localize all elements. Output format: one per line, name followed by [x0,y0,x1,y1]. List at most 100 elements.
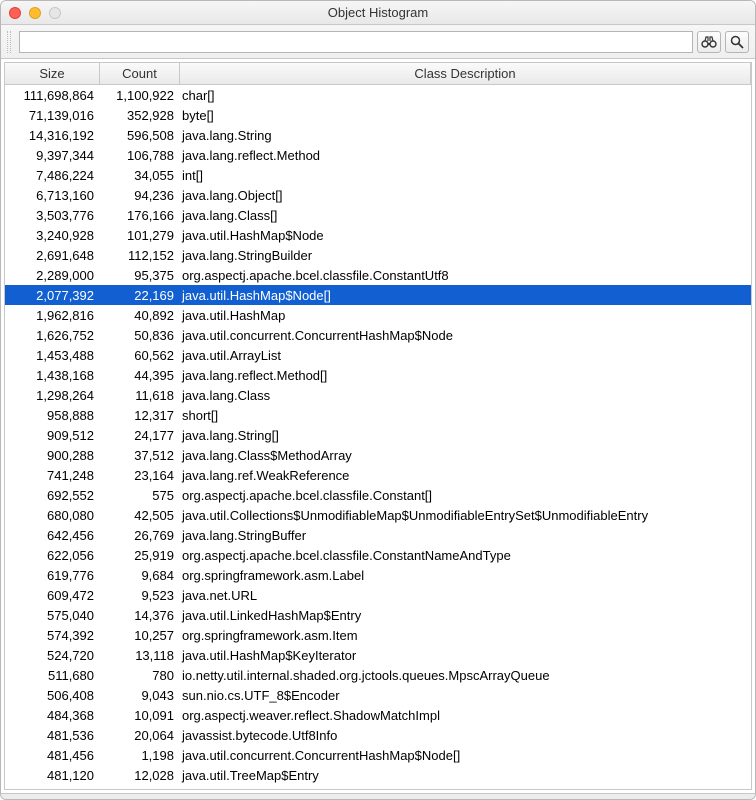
filter-input[interactable] [19,31,693,53]
table-row[interactable]: 484,36810,091org.aspectj.weaver.reflect.… [5,705,751,725]
cell-desc: org.aspectj.weaver.UnresolvedType [180,788,751,790]
table-container: Size Count Class Description 111,698,864… [4,62,752,790]
cell-count: 9,523 [100,588,180,603]
cell-desc: java.lang.reflect.Method [180,148,751,163]
table-row[interactable]: 2,077,39222,169java.util.HashMap$Node[] [5,285,751,305]
table-row[interactable]: 481,12012,028java.util.TreeMap$Entry [5,765,751,785]
find-button[interactable] [697,31,721,53]
table-row[interactable]: 741,24823,164java.lang.ref.WeakReference [5,465,751,485]
table-row[interactable]: 111,698,8641,100,922char[] [5,85,751,105]
cell-size: 484,368 [5,708,100,723]
table-row[interactable]: 1,453,48860,562java.util.ArrayList [5,345,751,365]
table-row[interactable]: 481,4561,198java.util.concurrent.Concurr… [5,745,751,765]
cell-desc: javassist.bytecode.Utf8Info [180,728,751,743]
header-desc[interactable]: Class Description [180,63,751,84]
table-body[interactable]: 111,698,8641,100,922char[]71,139,016352,… [5,85,751,789]
table-row[interactable]: 480,72010,015org.aspectj.weaver.Unresolv… [5,785,751,789]
table-row[interactable]: 481,53620,064javassist.bytecode.Utf8Info [5,725,751,745]
cell-desc: java.util.concurrent.ConcurrentHashMap$N… [180,748,751,763]
table-row[interactable]: 1,962,81640,892java.util.HashMap [5,305,751,325]
cell-desc: java.util.HashMap$Node [180,228,751,243]
table-row[interactable]: 6,713,16094,236java.lang.Object[] [5,185,751,205]
table-row[interactable]: 1,626,75250,836java.util.concurrent.Conc… [5,325,751,345]
table-row[interactable]: 1,298,26411,618java.lang.Class [5,385,751,405]
table-row[interactable]: 14,316,192596,508java.lang.String [5,125,751,145]
cell-count: 50,836 [100,328,180,343]
table-row[interactable]: 642,45626,769java.lang.StringBuffer [5,525,751,545]
cell-count: 26,769 [100,528,180,543]
cell-count: 12,028 [100,768,180,783]
cell-size: 111,698,864 [5,88,100,103]
cell-desc: java.lang.String[] [180,428,751,443]
table-row[interactable]: 909,51224,177java.lang.String[] [5,425,751,445]
header-count[interactable]: Count [100,63,180,84]
table-row[interactable]: 609,4729,523java.net.URL [5,585,751,605]
table-row[interactable]: 680,08042,505java.util.Collections$Unmod… [5,505,751,525]
cell-size: 480,720 [5,788,100,790]
table-row[interactable]: 958,88812,317short[] [5,405,751,425]
cell-desc: org.springframework.asm.Label [180,568,751,583]
cell-count: 10,257 [100,628,180,643]
cell-count: 575 [100,488,180,503]
cell-size: 1,453,488 [5,348,100,363]
table-row[interactable]: 3,503,776176,166java.lang.Class[] [5,205,751,225]
cell-count: 9,043 [100,688,180,703]
window-title: Object Histogram [1,5,755,20]
cell-desc: io.netty.util.internal.shaded.org.jctool… [180,668,751,683]
cell-size: 2,077,392 [5,288,100,303]
cell-size: 7,486,224 [5,168,100,183]
table-row[interactable]: 2,289,00095,375org.aspectj.apache.bcel.c… [5,265,751,285]
table-row[interactable]: 900,28837,512java.lang.Class$MethodArray [5,445,751,465]
close-button[interactable] [9,7,21,19]
table-row[interactable]: 3,240,928101,279java.util.HashMap$Node [5,225,751,245]
cell-desc: java.lang.StringBuilder [180,248,751,263]
table-row[interactable]: 574,39210,257org.springframework.asm.Ite… [5,625,751,645]
cell-count: 34,055 [100,168,180,183]
cell-count: 176,166 [100,208,180,223]
cell-count: 112,152 [100,248,180,263]
table-row[interactable]: 2,691,648112,152java.lang.StringBuilder [5,245,751,265]
table-row[interactable]: 7,486,22434,055int[] [5,165,751,185]
cell-desc: java.lang.Object[] [180,188,751,203]
cell-size: 2,289,000 [5,268,100,283]
toolbar-handle[interactable] [7,31,11,53]
table-row[interactable]: 575,04014,376java.util.LinkedHashMap$Ent… [5,605,751,625]
header-size[interactable]: Size [5,63,100,84]
cell-desc: int[] [180,168,751,183]
cell-size: 909,512 [5,428,100,443]
table-row[interactable]: 9,397,344106,788java.lang.reflect.Method [5,145,751,165]
table-row[interactable]: 619,7769,684org.springframework.asm.Labe… [5,565,751,585]
zoom-button[interactable] [49,7,61,19]
cell-desc: java.util.concurrent.ConcurrentHashMap$N… [180,328,751,343]
cell-count: 37,512 [100,448,180,463]
minimize-button[interactable] [29,7,41,19]
cell-desc: org.springframework.asm.Item [180,628,751,643]
cell-size: 619,776 [5,568,100,583]
table-row[interactable]: 1,438,16844,395java.lang.reflect.Method[… [5,365,751,385]
table-row[interactable]: 506,4089,043sun.nio.cs.UTF_8$Encoder [5,685,751,705]
cell-desc: java.util.TreeMap$Entry [180,768,751,783]
cell-desc: java.util.HashMap [180,308,751,323]
cell-count: 40,892 [100,308,180,323]
cell-count: 1,100,922 [100,88,180,103]
cell-desc: org.aspectj.weaver.reflect.ShadowMatchIm… [180,708,751,723]
table-row[interactable]: 622,05625,919org.aspectj.apache.bcel.cla… [5,545,751,565]
cell-size: 481,456 [5,748,100,763]
cell-size: 3,503,776 [5,208,100,223]
cell-desc: java.lang.StringBuffer [180,528,751,543]
cell-size: 1,962,816 [5,308,100,323]
table-row[interactable]: 511,680780io.netty.util.internal.shaded.… [5,665,751,685]
inspect-button[interactable] [725,31,749,53]
cell-desc: java.util.HashMap$KeyIterator [180,648,751,663]
cell-count: 1,198 [100,748,180,763]
cell-desc: org.aspectj.apache.bcel.classfile.Consta… [180,488,751,503]
cell-count: 60,562 [100,348,180,363]
cell-count: 95,375 [100,268,180,283]
table-row[interactable]: 524,72013,118java.util.HashMap$KeyIterat… [5,645,751,665]
cell-desc: sun.nio.cs.UTF_8$Encoder [180,688,751,703]
table-row[interactable]: 71,139,016352,928byte[] [5,105,751,125]
cell-desc: java.lang.Class[] [180,208,751,223]
toolbar [1,25,755,59]
cell-desc: java.net.URL [180,588,751,603]
table-row[interactable]: 692,552575org.aspectj.apache.bcel.classf… [5,485,751,505]
